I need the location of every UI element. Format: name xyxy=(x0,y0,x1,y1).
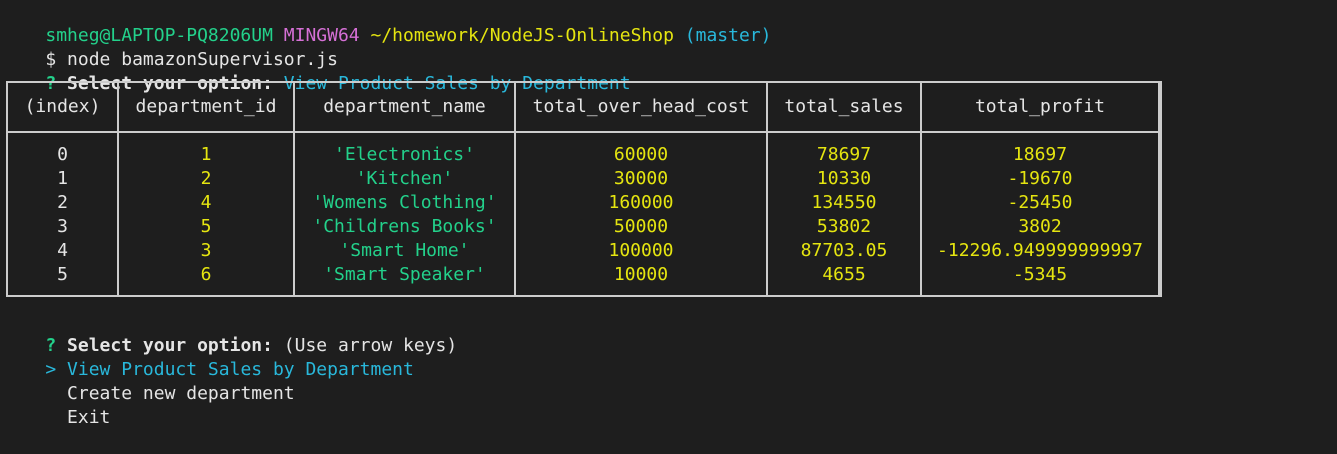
table-cell: 100000 xyxy=(608,240,674,261)
menu-item-view-product-sales[interactable]: > View Product Sales by Department xyxy=(2,334,413,380)
table-cell: 'Childrens Books' xyxy=(312,216,497,237)
table-cell: 60000 xyxy=(613,144,669,165)
table-cell: 87703.05 xyxy=(800,240,888,261)
table-cell: 4 xyxy=(200,192,212,213)
prompt-path: ~/homework/NodeJS-OnlineShop xyxy=(370,25,674,46)
table-cell: 50000 xyxy=(613,216,669,237)
table-cell: 5 xyxy=(57,264,68,285)
header-divider xyxy=(8,131,1160,133)
header-total-profit: total_profit xyxy=(974,96,1106,117)
table-cell: 'Kitchen' xyxy=(355,168,454,189)
question-line-2: ? Select your option: (Use arrow keys) xyxy=(2,310,457,356)
table-cell: 6 xyxy=(200,264,212,285)
header-index: (index) xyxy=(24,96,101,117)
column-total-profit: total_profit 18697 -19670 -25450 3802 -1… xyxy=(922,83,1160,295)
question-line-1: ? Select your option: View Product Sales… xyxy=(2,48,630,94)
table-cell: 53802 xyxy=(816,216,872,237)
table-cell: 160000 xyxy=(608,192,674,213)
command-line: $ node bamazonSupervisor.js xyxy=(2,24,338,70)
table-cell: 1 xyxy=(200,144,212,165)
header-total-over-head-cost: total_over_head_cost xyxy=(532,96,750,117)
table-cell: -19670 xyxy=(1007,168,1073,189)
table-cell: -25450 xyxy=(1007,192,1073,213)
table-cell: -12296.949999999997 xyxy=(937,240,1143,261)
results-table: (index) 0 1 2 3 4 5 department_id 1 2 4 … xyxy=(6,81,1162,297)
table-cell: 3 xyxy=(57,216,68,237)
table-cell: 4 xyxy=(57,240,68,261)
menu-item-create-department[interactable]: Create new department xyxy=(2,358,295,404)
menu-item-exit[interactable]: Exit xyxy=(2,382,110,428)
table-cell: 1 xyxy=(57,168,68,189)
table-cell: 78697 xyxy=(816,144,872,165)
table-cell: 2 xyxy=(57,192,68,213)
table-cell: -5345 xyxy=(1012,264,1068,285)
results-table-grid: (index) 0 1 2 3 4 5 department_id 1 2 4 … xyxy=(8,83,1160,295)
header-department-id: department_id xyxy=(135,96,277,117)
table-cell: 'Electronics' xyxy=(334,144,475,165)
table-cell: 10330 xyxy=(816,168,872,189)
table-cell: 30000 xyxy=(613,168,669,189)
table-cell: 2 xyxy=(200,168,212,189)
table-cell: 'Womens Clothing' xyxy=(312,192,497,213)
column-total-sales: total_sales 78697 10330 134550 53802 877… xyxy=(768,83,922,295)
prompt-line: smheg@LAPTOP-PQ8206UM MINGW64 ~/homework… xyxy=(2,0,771,46)
table-cell: 10000 xyxy=(613,264,669,285)
table-cell: 'Smart Speaker' xyxy=(323,264,486,285)
table-cell: 5 xyxy=(200,216,212,237)
terminal-window[interactable]: smheg@LAPTOP-PQ8206UM MINGW64 ~/homework… xyxy=(0,0,1337,431)
table-cell: 134550 xyxy=(811,192,877,213)
table-cell: 3 xyxy=(200,240,212,261)
table-cell: 4655 xyxy=(822,264,866,285)
table-cell: 0 xyxy=(57,144,68,165)
table-cell: 18697 xyxy=(1012,144,1068,165)
column-department-id: department_id 1 2 4 5 3 6 xyxy=(119,83,295,295)
table-cell: 3802 xyxy=(1018,216,1062,237)
table-cell: 'Smart Home' xyxy=(339,240,470,261)
prompt-branch: (master) xyxy=(684,25,772,46)
column-total-over-head-cost: total_over_head_cost 60000 30000 160000 … xyxy=(516,83,768,295)
column-department-name: department_name 'Electronics' 'Kitchen' … xyxy=(295,83,516,295)
header-total-sales: total_sales xyxy=(784,96,904,117)
header-department-name: department_name xyxy=(323,96,486,117)
menu-item-label: Exit xyxy=(67,407,111,428)
column-index: (index) 0 1 2 3 4 5 xyxy=(8,83,119,295)
